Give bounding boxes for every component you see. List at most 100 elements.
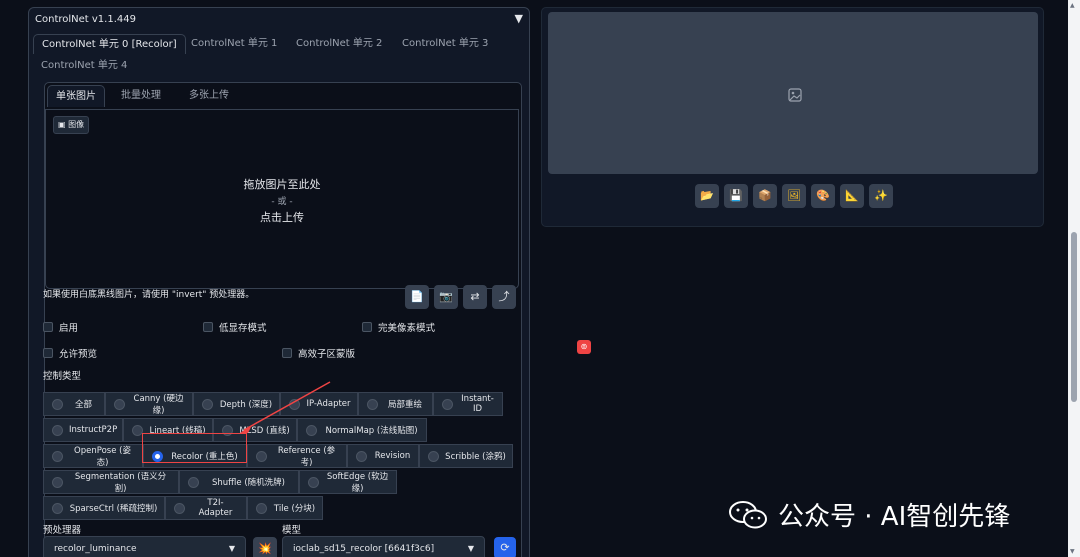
radio-dot[interactable]	[256, 502, 267, 514]
radio-dot[interactable]	[52, 424, 63, 436]
radio-dot[interactable]	[428, 450, 439, 462]
radio-dot[interactable]	[52, 476, 63, 488]
control-type-label: Reference (参考)	[277, 446, 336, 468]
control-type-label: InstructP2P	[69, 425, 118, 435]
radio-dot[interactable]	[52, 450, 63, 462]
palette-icon[interactable]: 🎨	[811, 184, 835, 208]
scrollbar-thumb[interactable]	[1071, 232, 1077, 402]
radio-dot[interactable]	[442, 398, 453, 410]
page-scrollbar[interactable]: ▲ ▼	[1068, 0, 1080, 557]
camera-button[interactable]: 📷	[434, 285, 458, 309]
swap-button[interactable]: ⇄	[463, 285, 487, 309]
checkbox-box[interactable]	[43, 322, 53, 332]
control-type-radio[interactable]: Shuffle (随机洗牌)	[179, 470, 299, 494]
chevron-down-icon: ▼	[467, 544, 474, 553]
scroll-down-icon[interactable]: ▼	[1070, 548, 1075, 555]
radio-dot[interactable]	[356, 450, 367, 462]
control-type-label: Tile (分块)	[273, 504, 316, 514]
control-type-radio[interactable]: T2I-Adapter	[165, 496, 247, 520]
tab-unit-3[interactable]: ControlNet 单元 3	[394, 34, 496, 54]
radio-dot[interactable]	[174, 502, 185, 514]
control-type-radio[interactable]: SparseCtrl (稀疏控制)	[43, 496, 165, 520]
preprocessor-select[interactable]: recolor_luminance ▼	[43, 536, 246, 557]
chevron-down-icon: ▼	[228, 544, 235, 553]
drop-text: 拖放图片至此处	[243, 178, 321, 191]
tab-single-image[interactable]: 单张图片	[47, 85, 105, 107]
control-type-label: Revision	[374, 451, 411, 461]
effective-mask-checkbox[interactable]: 高效子区蒙版	[282, 346, 355, 360]
picture-icon[interactable]: 🖼	[782, 184, 806, 208]
image-icon: ▣	[58, 120, 69, 129]
control-type-label: Shuffle (随机洗牌)	[212, 478, 285, 488]
radio-dot[interactable]	[202, 398, 213, 410]
invert-hint: 如果使用白底黑线图片，请使用 "invert" 预处理器。	[43, 290, 255, 300]
checkbox-box[interactable]	[43, 348, 53, 358]
model-value: ioclab_sd15_recolor [6641f3c6]	[293, 544, 435, 554]
preview-panel: 📂 💾 📦 🖼 🎨 📐 ✨	[541, 7, 1044, 227]
control-type-radio[interactable]: SoftEdge (软边缘)	[299, 470, 397, 494]
image-icon	[788, 88, 802, 102]
collapse-icon[interactable]: ▼	[515, 12, 523, 25]
enable-label: 启用	[59, 323, 79, 334]
model-label: 模型	[282, 525, 302, 536]
run-preprocessor-button[interactable]: 💥	[253, 537, 277, 557]
control-type-radio[interactable]: InstructP2P	[43, 418, 123, 442]
allow-preview-checkbox[interactable]: 允许预览	[43, 346, 97, 360]
panel-title: ControlNet v1.1.449	[35, 14, 136, 25]
radio-dot[interactable]	[52, 502, 63, 514]
control-type-radio[interactable]: Canny (硬边缘)	[105, 392, 193, 416]
control-type-radio[interactable]: Reference (参考)	[247, 444, 347, 468]
allow-preview-label: 允许预览	[59, 349, 98, 360]
pixel-perfect-checkbox[interactable]: 完美像素模式	[362, 320, 435, 334]
tab-unit-4[interactable]: ControlNet 单元 4	[33, 56, 135, 76]
checkbox-box[interactable]	[282, 348, 292, 358]
control-type-label: Segmentation (语义分割)	[74, 472, 167, 494]
refresh-models-button[interactable]: ⟳	[494, 537, 516, 557]
save-icon[interactable]: 💾	[724, 184, 748, 208]
checkbox-box[interactable]	[203, 322, 213, 332]
control-type-label: Scribble (涂鸦)	[445, 452, 506, 462]
watermark: 公众号 · AI智创先锋	[728, 496, 1010, 533]
open-folder-icon[interactable]: 📂	[695, 184, 719, 208]
control-type-radio[interactable]: Revision	[347, 444, 419, 468]
control-type-radio[interactable]: Tile (分块)	[247, 496, 323, 520]
control-type-radio[interactable]: Instant-ID	[433, 392, 503, 416]
control-type-label: 控制类型	[43, 371, 82, 382]
preprocessor-value: recolor_luminance	[54, 544, 137, 554]
radio-dot[interactable]	[188, 476, 199, 488]
new-canvas-button[interactable]: 📄	[405, 285, 429, 309]
control-type-radio[interactable]: Scribble (涂鸦)	[419, 444, 513, 468]
tab-batch[interactable]: 批量处理	[113, 85, 169, 107]
control-type-radio[interactable]: OpenPose (姿态)	[43, 444, 143, 468]
send-dimensions-button[interactable]: ⤴	[492, 285, 516, 309]
scroll-up-icon[interactable]: ▲	[1070, 2, 1075, 9]
tab-unit-2[interactable]: ControlNet 单元 2	[288, 34, 390, 54]
control-type-radio[interactable]: 局部重绘	[358, 392, 433, 416]
enable-checkbox[interactable]: 启用	[43, 320, 78, 334]
radio-dot[interactable]	[52, 398, 63, 410]
control-type-label: OpenPose (姿态)	[74, 446, 131, 468]
checkbox-box[interactable]	[362, 322, 372, 332]
control-type-label: SoftEdge (软边缘)	[326, 472, 389, 494]
radio-dot[interactable]	[114, 398, 125, 410]
ruler-icon[interactable]: 📐	[840, 184, 864, 208]
image-dropzone[interactable]: ▣ 图像 拖放图片至此处 - 或 - 点击上传	[45, 109, 519, 289]
tab-unit-0[interactable]: ControlNet 单元 0 [Recolor]	[33, 34, 186, 54]
radio-dot[interactable]	[367, 398, 378, 410]
model-select[interactable]: ioclab_sd15_recolor [6641f3c6] ▼	[282, 536, 485, 557]
radio-dot[interactable]	[256, 450, 267, 462]
radio-dot[interactable]	[308, 476, 319, 488]
floating-app-icon[interactable]: ⊚	[577, 340, 591, 354]
control-type-label: SparseCtrl (稀疏控制)	[69, 504, 158, 514]
control-type-label: Instant-ID	[461, 394, 494, 414]
image-badge-label: 图像	[68, 120, 85, 129]
control-type-radio[interactable]: 全部	[43, 392, 105, 416]
archive-icon[interactable]: 📦	[753, 184, 777, 208]
control-type-label: Canny (硬边缘)	[133, 394, 184, 416]
sparkle-icon[interactable]: ✨	[869, 184, 893, 208]
lowvram-checkbox[interactable]: 低显存模式	[203, 320, 267, 334]
control-type-radio[interactable]: Segmentation (语义分割)	[43, 470, 179, 494]
tab-unit-1[interactable]: ControlNet 单元 1	[183, 34, 285, 54]
tab-multi-upload[interactable]: 多张上传	[181, 85, 237, 107]
lowvram-label: 低显存模式	[219, 323, 267, 334]
